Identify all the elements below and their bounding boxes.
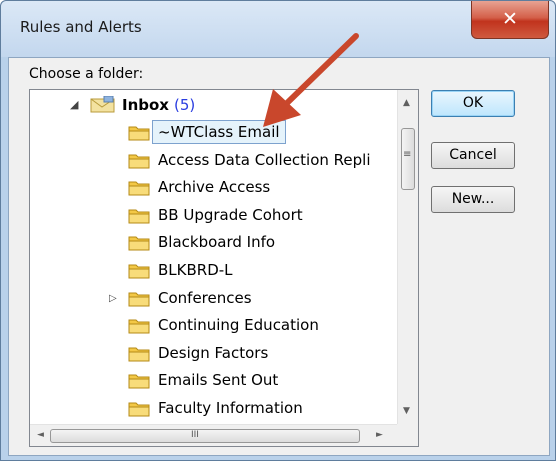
folder-icon (128, 347, 150, 362)
cancel-button[interactable]: Cancel (431, 142, 515, 169)
tree-item-folder[interactable]: BLKBRD-L (128, 257, 396, 283)
vertical-scrollbar[interactable]: ▲ ≡ ▼ (397, 90, 418, 424)
close-button[interactable]: ✕ (471, 1, 549, 39)
tree-item-folder[interactable]: Archive Access (128, 174, 396, 200)
rules-and-alerts-window: Rules and Alerts ✕ Choose a folder: ◢ In… (0, 0, 556, 461)
scroll-up-icon[interactable]: ▲ (403, 98, 410, 108)
expand-icon[interactable]: ▷ (109, 286, 117, 312)
folder-name: Conferences (158, 288, 252, 307)
folder-name: Continuing Education (158, 316, 319, 335)
tree-item-folder[interactable]: Access Data Collection Repli (128, 147, 396, 173)
folder-tree[interactable]: ◢ Inbox (5) ~WTClass Email Access Data Co… (29, 89, 419, 447)
new-folder-button[interactable]: New... (431, 186, 515, 213)
folder-name: Access Data Collection Repli (158, 150, 371, 169)
scroll-left-icon[interactable]: ◄ (37, 430, 44, 440)
tree-item-folder[interactable]: Continuing Education (128, 312, 396, 338)
inbox-icon (90, 96, 115, 113)
folder-name: BLKBRD-L (158, 261, 233, 279)
folder-icon (128, 264, 150, 279)
folder-name: ~WTClass Email (152, 120, 286, 144)
folder-name: Blackboard Info (158, 233, 276, 252)
folder-icon (128, 181, 150, 196)
inbox-unread-count: (5) (174, 96, 196, 114)
folder-icon (128, 292, 150, 307)
scrollbar-corner (397, 424, 418, 446)
grip-icon: ≡ (403, 149, 412, 160)
tree-item-folder[interactable]: Blackboard Info (128, 229, 396, 255)
collapse-icon[interactable]: ◢ (70, 92, 78, 118)
folder-name: Emails Sent Out (158, 371, 279, 390)
folder-name: Faculty Information (158, 399, 303, 417)
folder-icon (128, 209, 150, 224)
horizontal-scroll-thumb[interactable]: III (50, 429, 360, 443)
folder-name: BB Upgrade Cohort (158, 205, 303, 224)
folder-name: Archive Access (158, 178, 271, 197)
inbox-label: Inbox (122, 96, 169, 114)
horizontal-scrollbar[interactable]: ◄ III ► (30, 424, 397, 446)
tree-item-folder[interactable]: BB Upgrade Cohort (128, 202, 396, 228)
folder-icon (128, 374, 150, 389)
tree-item-folder[interactable]: Faculty Information (128, 395, 396, 421)
folder-icon (128, 154, 150, 169)
folder-icon (128, 126, 150, 141)
scroll-down-icon[interactable]: ▼ (403, 406, 410, 416)
dialog-body: Choose a folder: ◢ Inbox (5) ~WTClass Em… (8, 57, 550, 456)
folder-name: Design Factors (158, 343, 269, 362)
window-title: Rules and Alerts (20, 18, 142, 36)
folder-icon (128, 319, 150, 334)
title-bar[interactable]: Rules and Alerts ✕ (1, 1, 555, 57)
folder-icon (128, 402, 150, 417)
close-icon: ✕ (502, 8, 518, 30)
tree-item-inbox[interactable]: ◢ Inbox (5) (70, 92, 370, 118)
folder-icon (128, 236, 150, 251)
tree-item-folder[interactable]: Design Factors (128, 340, 396, 366)
grip-icon: III (191, 430, 199, 440)
tree-item-folder[interactable]: ~WTClass Email (128, 119, 396, 145)
tree-item-folder[interactable]: ▷ Conferences (109, 285, 396, 311)
ok-button[interactable]: OK (431, 90, 515, 117)
tree-item-folder[interactable]: Emails Sent Out (128, 367, 396, 393)
choose-folder-label: Choose a folder: (29, 66, 144, 82)
vertical-scroll-thumb[interactable]: ≡ (401, 128, 415, 190)
scroll-right-icon[interactable]: ► (376, 430, 383, 440)
